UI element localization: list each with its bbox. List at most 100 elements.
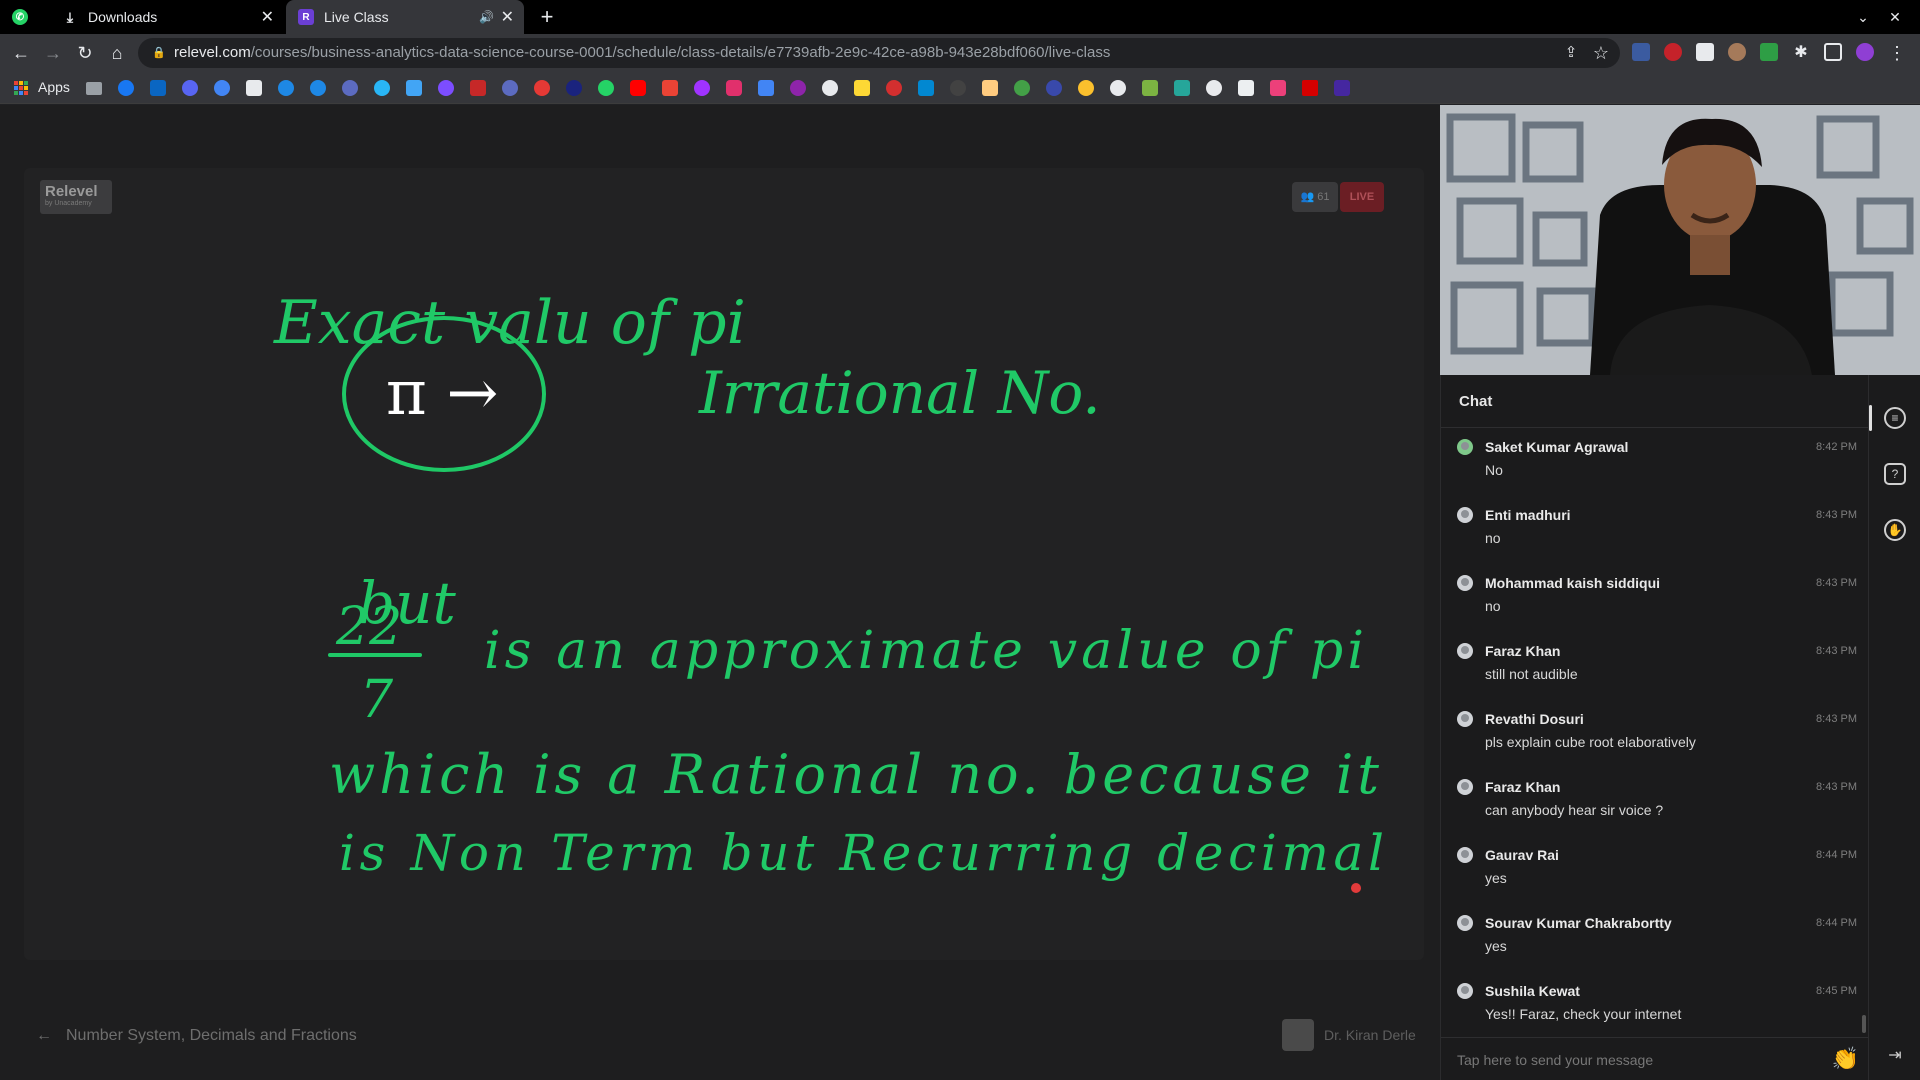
user-avatar	[1457, 983, 1473, 999]
message-time: 8:43 PM	[1816, 509, 1857, 521]
bookmark-icon[interactable]	[278, 80, 294, 96]
raise-hand-icon[interactable]: ✋	[1884, 519, 1906, 541]
bookmark-icon[interactable]	[374, 80, 390, 96]
whatsapp-bookmark-icon[interactable]	[598, 80, 614, 96]
bookmark-icon[interactable]	[1142, 80, 1158, 96]
message-text: can anybody hear sir voice ?	[1485, 802, 1664, 818]
divider	[1441, 427, 1869, 428]
instagram-icon[interactable]	[726, 80, 742, 96]
messenger-icon[interactable]	[694, 80, 710, 96]
address-bar[interactable]: 🔒 relevel.com/courses/business-analytics-…	[138, 38, 1620, 68]
relevel-icon: R	[298, 9, 314, 25]
gmail-icon[interactable]	[662, 80, 678, 96]
message-author: Sourav Kumar Chakrabortty	[1485, 915, 1672, 931]
globe-icon[interactable]	[1206, 80, 1222, 96]
bookmark-icon[interactable]	[1174, 80, 1190, 96]
menu-kebab-icon[interactable]: ⋮	[1886, 42, 1908, 64]
bookmark-icon[interactable]	[886, 80, 902, 96]
tab-search-chevron-icon[interactable]: ⌄	[1852, 6, 1874, 28]
whatsapp-icon: ✆	[12, 9, 28, 25]
facebook-icon[interactable]	[118, 80, 134, 96]
home-icon[interactable]: ⌂	[106, 42, 128, 64]
chat-message: Saket Kumar Agrawal 8:42 PM No	[1457, 439, 1857, 507]
bookmark-icon[interactable]	[918, 80, 934, 96]
bookmark-icon[interactable]	[566, 80, 582, 96]
clap-reaction-icon[interactable]: 👏	[1832, 1046, 1859, 1072]
message-time: 8:42 PM	[1816, 441, 1857, 453]
bookmark-icon[interactable]	[470, 80, 486, 96]
bookmark-icon[interactable]	[1078, 80, 1094, 96]
bookmark-icon[interactable]	[246, 80, 262, 96]
message-time: 8:43 PM	[1816, 577, 1857, 589]
adblock-extension-icon[interactable]	[1664, 43, 1682, 61]
chat-message: Enti madhuri 8:43 PM no	[1457, 507, 1857, 575]
bookmark-icon[interactable]	[406, 80, 422, 96]
handwriting-line: is Non Term but Recurring decimal	[339, 824, 1384, 882]
chat-panel: Chat Saket Kumar Agrawal 8:42 PM No Enti…	[1440, 375, 1869, 1080]
bookmark-icon[interactable]	[822, 80, 838, 96]
bookmark-icon[interactable]	[342, 80, 358, 96]
message-text: pls explain cube root elaboratively	[1485, 734, 1696, 750]
extension-icon[interactable]	[1728, 43, 1746, 61]
bookmark-icon[interactable]	[854, 80, 870, 96]
bookmark-icon[interactable]	[214, 80, 230, 96]
chat-bubble-icon[interactable]: ≡	[1884, 407, 1906, 429]
youtube-icon[interactable]	[630, 80, 646, 96]
chat-message: Mohammad kaish siddiqui 8:43 PM no	[1457, 575, 1857, 643]
back-arrow-icon[interactable]: ←	[10, 42, 32, 64]
close-tab-icon[interactable]: ✕	[501, 7, 514, 27]
audio-playing-icon[interactable]: 🔊	[479, 10, 494, 24]
bookmark-icon[interactable]	[1014, 80, 1030, 96]
download-icon: ⤓	[66, 8, 74, 25]
bookmark-icon[interactable]	[1302, 80, 1318, 96]
extension-icon[interactable]	[1696, 43, 1714, 61]
bookmark-icon[interactable]	[982, 80, 998, 96]
forward-arrow-icon[interactable]: →	[42, 42, 64, 64]
chat-scrollbar[interactable]	[1862, 1015, 1866, 1033]
settings-gear-icon[interactable]	[1110, 80, 1126, 96]
lesson-back-link[interactable]: ← Number System, Decimals and Fractions	[36, 1027, 357, 1045]
bookmark-icon[interactable]	[1238, 80, 1254, 96]
message-time: 8:44 PM	[1816, 917, 1857, 929]
slack-icon[interactable]	[1270, 80, 1286, 96]
linkedin-icon[interactable]	[150, 80, 166, 96]
message-text: still not audible	[1485, 666, 1578, 682]
message-author: Gaurav Rai	[1485, 847, 1559, 863]
exit-icon[interactable]: ⇥	[1884, 1047, 1906, 1069]
extension-icon[interactable]	[1760, 43, 1778, 61]
folder-icon[interactable]	[86, 82, 102, 95]
new-tab-button[interactable]: +	[536, 6, 558, 28]
side-panel-icon[interactable]	[1824, 43, 1842, 61]
bookmark-icon[interactable]	[1046, 80, 1062, 96]
handwriting-line: Exact valu of pi	[273, 288, 746, 358]
doubt-question-icon[interactable]: ?	[1884, 463, 1906, 485]
message-text: No	[1485, 462, 1503, 478]
chat-message-input[interactable]	[1457, 1046, 1817, 1074]
github-icon[interactable]	[950, 80, 966, 96]
translate-icon[interactable]	[758, 80, 774, 96]
pi-symbol: π →	[386, 356, 498, 429]
reload-icon[interactable]: ↻	[74, 42, 96, 64]
chat-message: Sourav Kumar Chakrabortty 8:44 PM yes	[1457, 915, 1857, 983]
bookmark-icon[interactable]	[502, 80, 518, 96]
extensions-puzzle-icon[interactable]: ✱	[1790, 42, 1812, 64]
bookmark-star-icon[interactable]: ☆	[1590, 42, 1612, 64]
bookmark-icon[interactable]	[310, 80, 326, 96]
message-text: no	[1485, 530, 1501, 546]
extension-icon[interactable]	[1632, 43, 1650, 61]
tab-whatsapp[interactable]: ✆	[12, 0, 44, 34]
message-author: Mohammad kaish siddiqui	[1485, 575, 1661, 591]
bookmark-icon[interactable]	[182, 80, 198, 96]
bookmark-icon[interactable]	[534, 80, 550, 96]
bookmark-icon[interactable]	[438, 80, 454, 96]
bookmark-icon[interactable]	[1334, 80, 1350, 96]
share-icon[interactable]: ⇪	[1560, 42, 1582, 64]
bookmark-icon[interactable]	[790, 80, 806, 96]
window-close-icon[interactable]: ✕	[1884, 6, 1906, 28]
apps-grid-icon[interactable]	[14, 81, 28, 95]
profile-avatar-icon[interactable]	[1856, 43, 1874, 61]
tab-live-class[interactable]: R Live Class 🔊 ✕	[286, 0, 524, 34]
tab-downloads[interactable]: ⤓ Downloads ✕	[52, 0, 284, 34]
apps-bookmark[interactable]: Apps	[38, 79, 70, 95]
close-tab-icon[interactable]: ✕	[261, 7, 274, 27]
